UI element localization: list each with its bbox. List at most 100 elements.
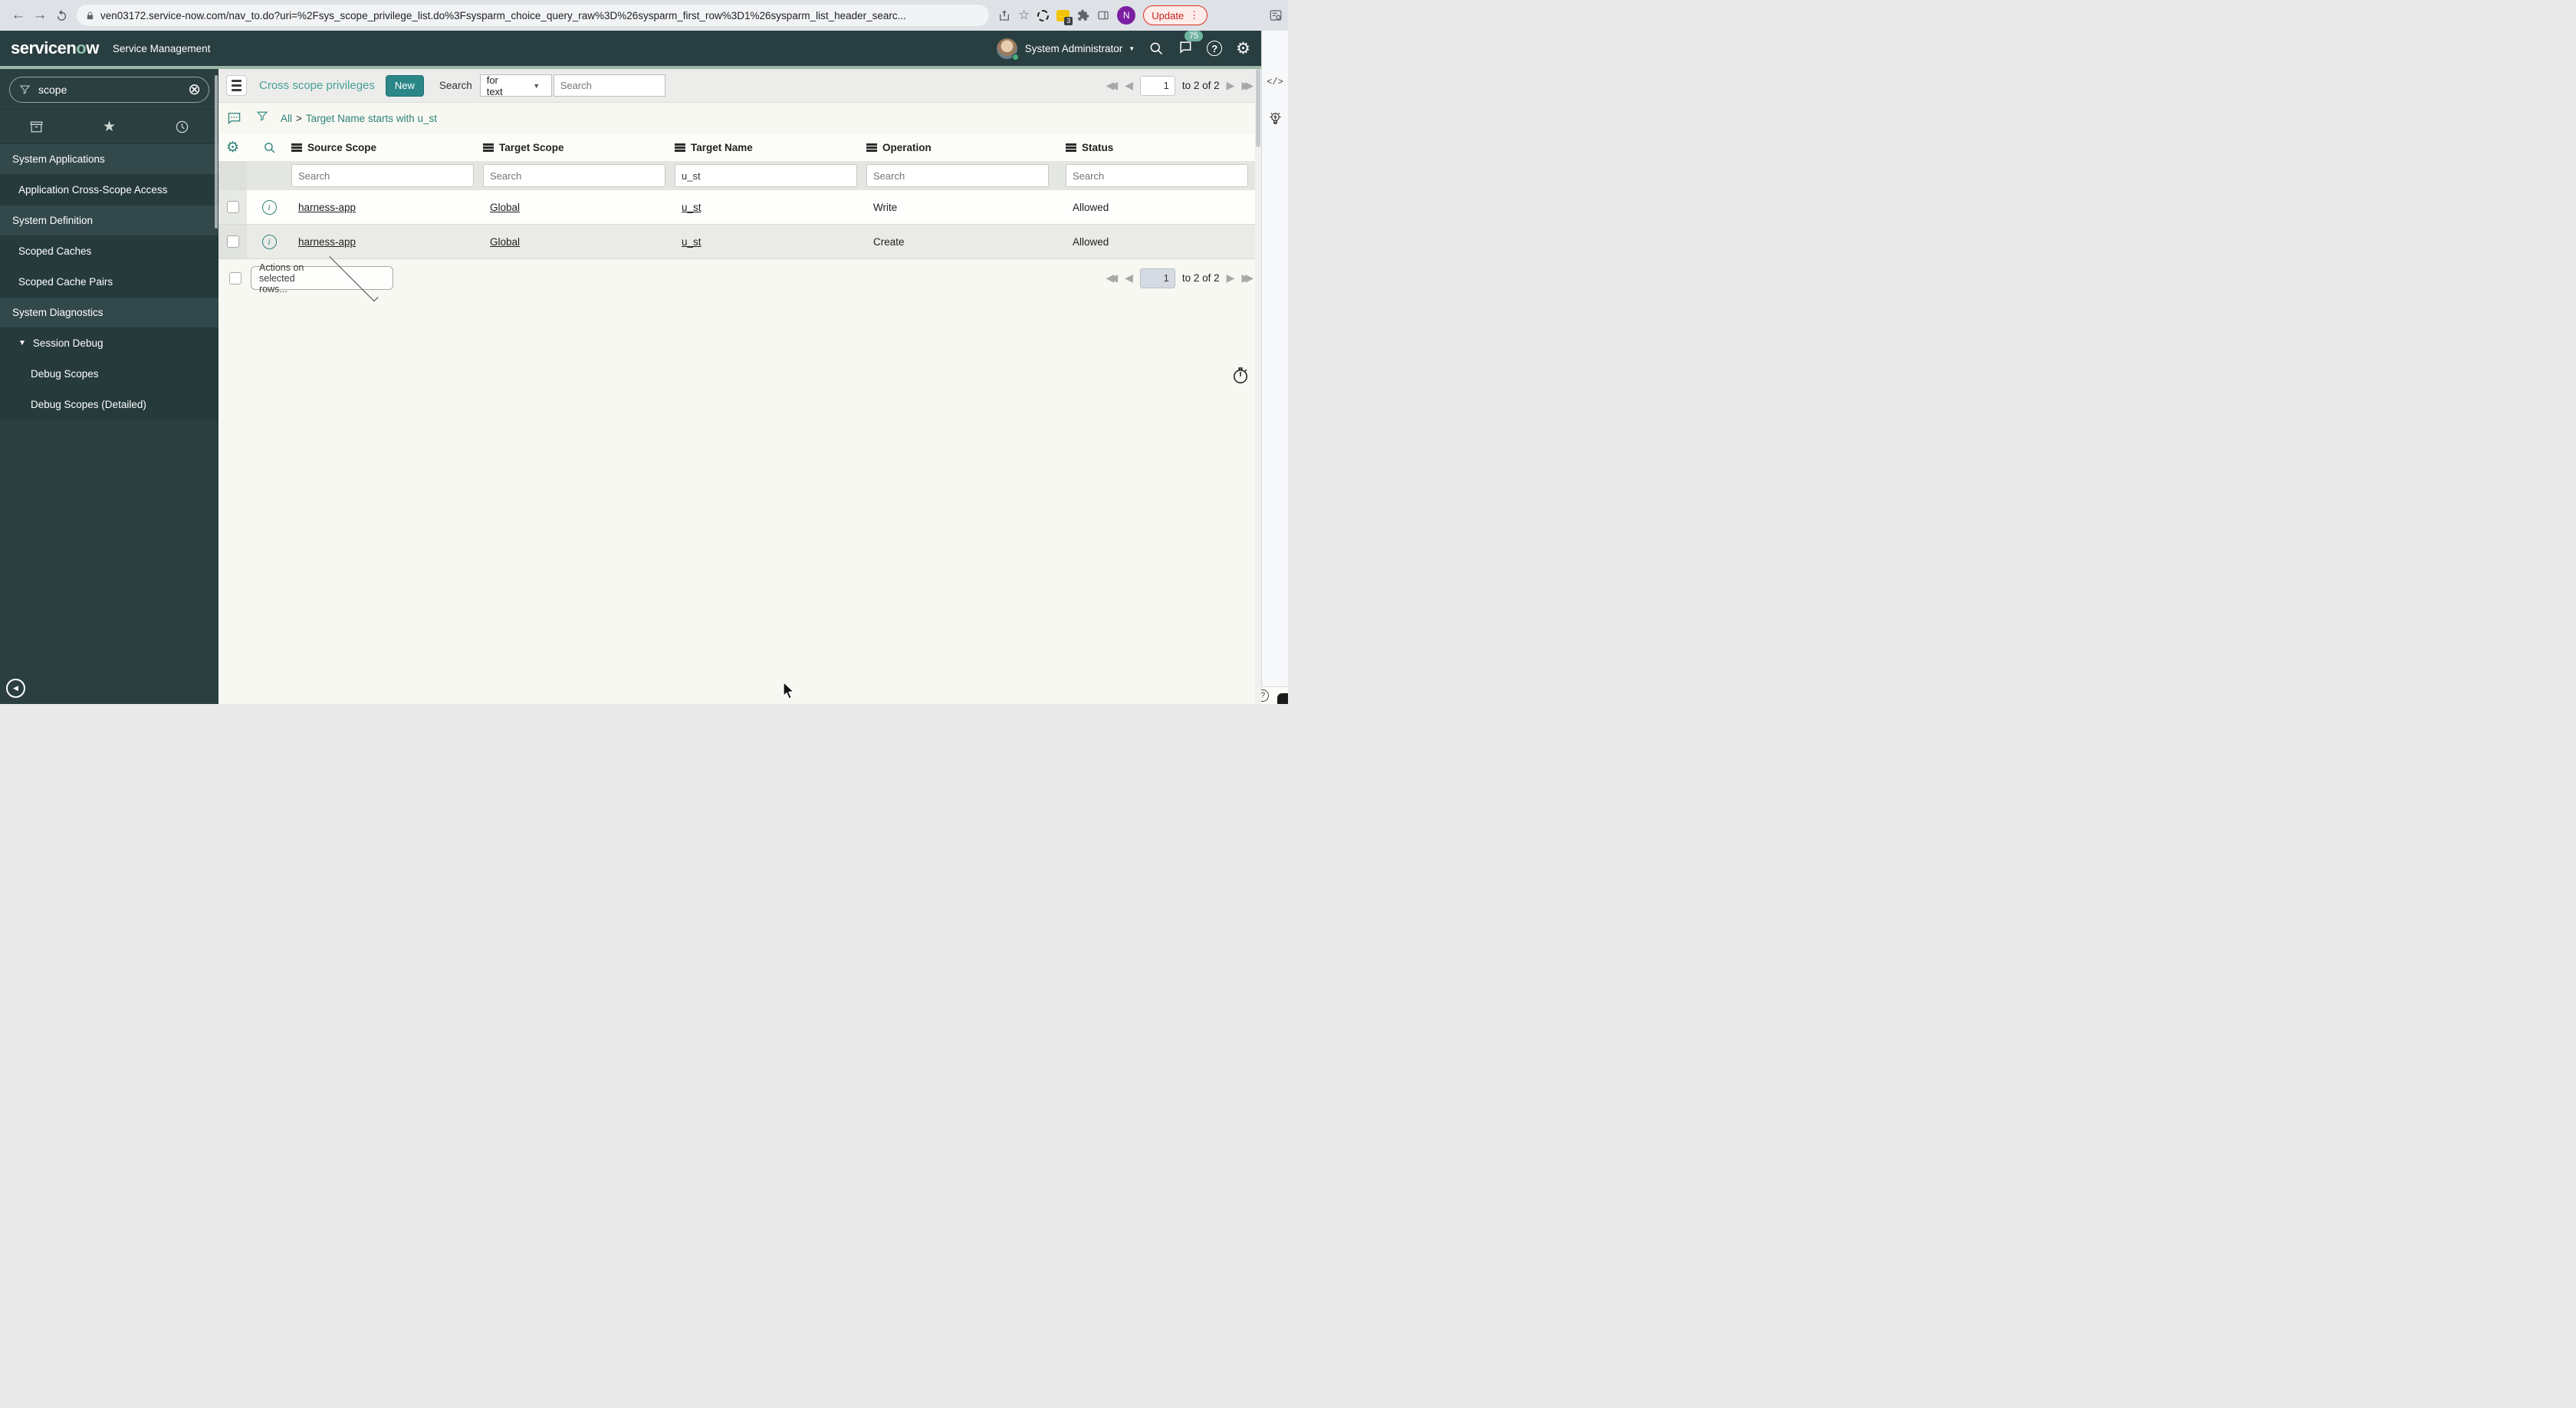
new-button[interactable]: New	[385, 74, 424, 97]
row-checkbox[interactable]	[226, 201, 239, 213]
share-icon[interactable]	[998, 9, 1010, 21]
search-type-select[interactable]: for text ▼	[479, 74, 552, 97]
help-icon[interactable]: ?	[1207, 41, 1223, 56]
sidebar-item-application-cross-scope-access[interactable]: Application Cross-Scope Access	[0, 175, 219, 206]
column-header-status[interactable]: Status	[1066, 142, 1261, 153]
reading-list-panel-icon[interactable]	[1269, 8, 1283, 22]
favorites-star-icon: ★	[102, 118, 117, 135]
prev-page-icon[interactable]: ◀	[1125, 271, 1133, 285]
browser-back-icon[interactable]: ←	[8, 5, 29, 26]
sidebar-item-scoped-cache-pairs[interactable]: Scoped Cache Pairs	[0, 267, 219, 298]
code-icon[interactable]: </>	[1262, 77, 1288, 87]
filter-status-input[interactable]	[1066, 164, 1248, 187]
lock-icon	[87, 11, 94, 19]
column-header-source-scope[interactable]: Source Scope	[291, 142, 483, 153]
list-menu-button[interactable]	[226, 75, 247, 96]
cell-source-scope[interactable]: harness-app	[291, 236, 483, 248]
extension-yellow-icon[interactable]: ... 3	[1056, 9, 1073, 25]
cell-target-name[interactable]: u_st	[675, 236, 866, 248]
notifications[interactable]: 75	[1178, 30, 1204, 58]
browser-forward-icon[interactable]: →	[29, 5, 51, 26]
url-text: ven03172.service-now.com/nav_to.do?uri=%…	[100, 9, 906, 21]
column-menu-icon	[291, 143, 302, 152]
url-bar[interactable]: ven03172.service-now.com/nav_to.do?uri=%…	[77, 5, 989, 26]
first-page-icon[interactable]: ◀◀	[1106, 271, 1119, 285]
sidebar-item-session-debug[interactable]: ▼ Session Debug	[0, 328, 219, 359]
breadcrumb-all-link[interactable]: All	[281, 113, 292, 124]
page-number-input[interactable]	[1139, 268, 1175, 288]
sidebar-item-system-definition[interactable]: System Definition	[0, 206, 219, 236]
column-search-icon[interactable]	[263, 141, 276, 154]
sidebar-item-system-applications[interactable]: System Applications	[0, 144, 219, 175]
lightbulb-icon[interactable]	[1268, 110, 1283, 127]
cell-source-scope[interactable]: harness-app	[291, 202, 483, 213]
sidebar-scrollbar[interactable]	[215, 75, 218, 229]
filter-target-scope-input[interactable]	[483, 164, 665, 187]
settings-gear-icon[interactable]: ⚙	[1236, 41, 1250, 57]
list-title[interactable]: Cross scope privileges	[259, 79, 375, 92]
breadcrumb-row: All > Target Name starts with u_st	[219, 103, 1261, 133]
tab-all-applications[interactable]	[0, 110, 73, 143]
cell-target-scope[interactable]: Global	[483, 236, 675, 248]
extensions-puzzle-icon[interactable]	[1077, 9, 1089, 21]
clear-filter-icon[interactable]: ⊗	[188, 82, 201, 97]
response-time-icon[interactable]	[1232, 367, 1249, 385]
browser-profile-avatar[interactable]: N	[1117, 6, 1136, 25]
bookmark-star-icon[interactable]: ☆	[1018, 8, 1030, 23]
filter-source-scope-input[interactable]	[291, 164, 474, 187]
breadcrumb-funnel-icon[interactable]	[256, 110, 268, 127]
tab-history[interactable]	[146, 110, 219, 143]
nav-label: System Definition	[12, 215, 94, 226]
next-page-icon[interactable]: ▶	[1227, 271, 1235, 285]
column-header-operation[interactable]: Operation	[866, 142, 1066, 153]
list-gear-icon[interactable]: ⚙	[226, 140, 239, 155]
last-page-icon[interactable]: ▶▶	[1241, 79, 1254, 92]
list-search-input[interactable]	[553, 74, 665, 97]
collapse-arrow-icon: ◀	[13, 684, 18, 692]
breadcrumb-condition-link[interactable]: Target Name starts with u_st	[306, 113, 437, 124]
sidebar-item-scoped-caches[interactable]: Scoped Caches	[0, 236, 219, 267]
navigator-filter-input[interactable]	[38, 84, 189, 96]
first-page-icon[interactable]: ◀◀	[1106, 79, 1119, 92]
cell-target-name[interactable]: u_st	[675, 202, 866, 213]
page-number-input[interactable]	[1139, 75, 1175, 96]
row-info-icon[interactable]: i	[261, 199, 277, 215]
comments-icon[interactable]	[226, 110, 242, 126]
content-scrollbar[interactable]	[1255, 69, 1261, 704]
screen: ← → ven03172.service-now.com/nav_to.do?u…	[0, 0, 1288, 704]
actions-dropdown[interactable]: Actions on selected rows...	[251, 252, 393, 301]
filter-target-name-input[interactable]	[675, 164, 857, 187]
column-header-target-name[interactable]: Target Name	[675, 142, 866, 153]
nav-label: Scoped Caches	[18, 245, 92, 257]
servicenow-logo[interactable]: servicenow	[11, 38, 99, 58]
side-panel-icon[interactable]	[1097, 9, 1109, 21]
browser-reload-icon[interactable]	[51, 5, 72, 26]
next-page-icon[interactable]: ▶	[1227, 79, 1235, 92]
global-search-icon[interactable]	[1148, 41, 1164, 56]
sidebar-item-debug-scopes-detailed[interactable]: Debug Scopes (Detailed)	[0, 390, 219, 420]
cell-status: Allowed	[1073, 235, 1109, 248]
page-range: to 2 of 2	[1181, 272, 1220, 284]
column-header-target-scope[interactable]: Target Scope	[483, 142, 675, 153]
filter-operation-input[interactable]	[866, 164, 1049, 187]
user-menu[interactable]: System Administrator ▼	[1025, 43, 1135, 54]
sidebar-item-debug-scopes[interactable]: Debug Scopes	[0, 359, 219, 390]
presence-dot	[1011, 53, 1019, 61]
tab-favorites[interactable]: ★	[73, 110, 146, 143]
extension-spinner-icon[interactable]	[1037, 9, 1050, 21]
last-page-icon[interactable]: ▶▶	[1241, 271, 1254, 285]
user-avatar[interactable]	[996, 38, 1019, 61]
navigator-filter[interactable]: ⊗	[9, 77, 209, 103]
row-info-icon[interactable]: i	[261, 234, 277, 249]
cell-target-scope[interactable]: Global	[483, 202, 675, 213]
prev-page-icon[interactable]: ◀	[1125, 79, 1133, 92]
row-checkbox[interactable]	[226, 235, 239, 248]
kebab-menu-icon[interactable]: ⋮	[1189, 9, 1199, 21]
extension-badge: 3	[1064, 16, 1073, 25]
filter-funnel-icon	[19, 85, 31, 94]
corner-widget[interactable]	[1277, 693, 1288, 704]
sidebar-item-system-diagnostics[interactable]: System Diagnostics	[0, 298, 219, 328]
select-all-checkbox[interactable]	[229, 271, 242, 285]
collapse-navigator-button[interactable]: ◀	[6, 679, 25, 698]
browser-update-button[interactable]: Update ⋮	[1143, 5, 1208, 25]
